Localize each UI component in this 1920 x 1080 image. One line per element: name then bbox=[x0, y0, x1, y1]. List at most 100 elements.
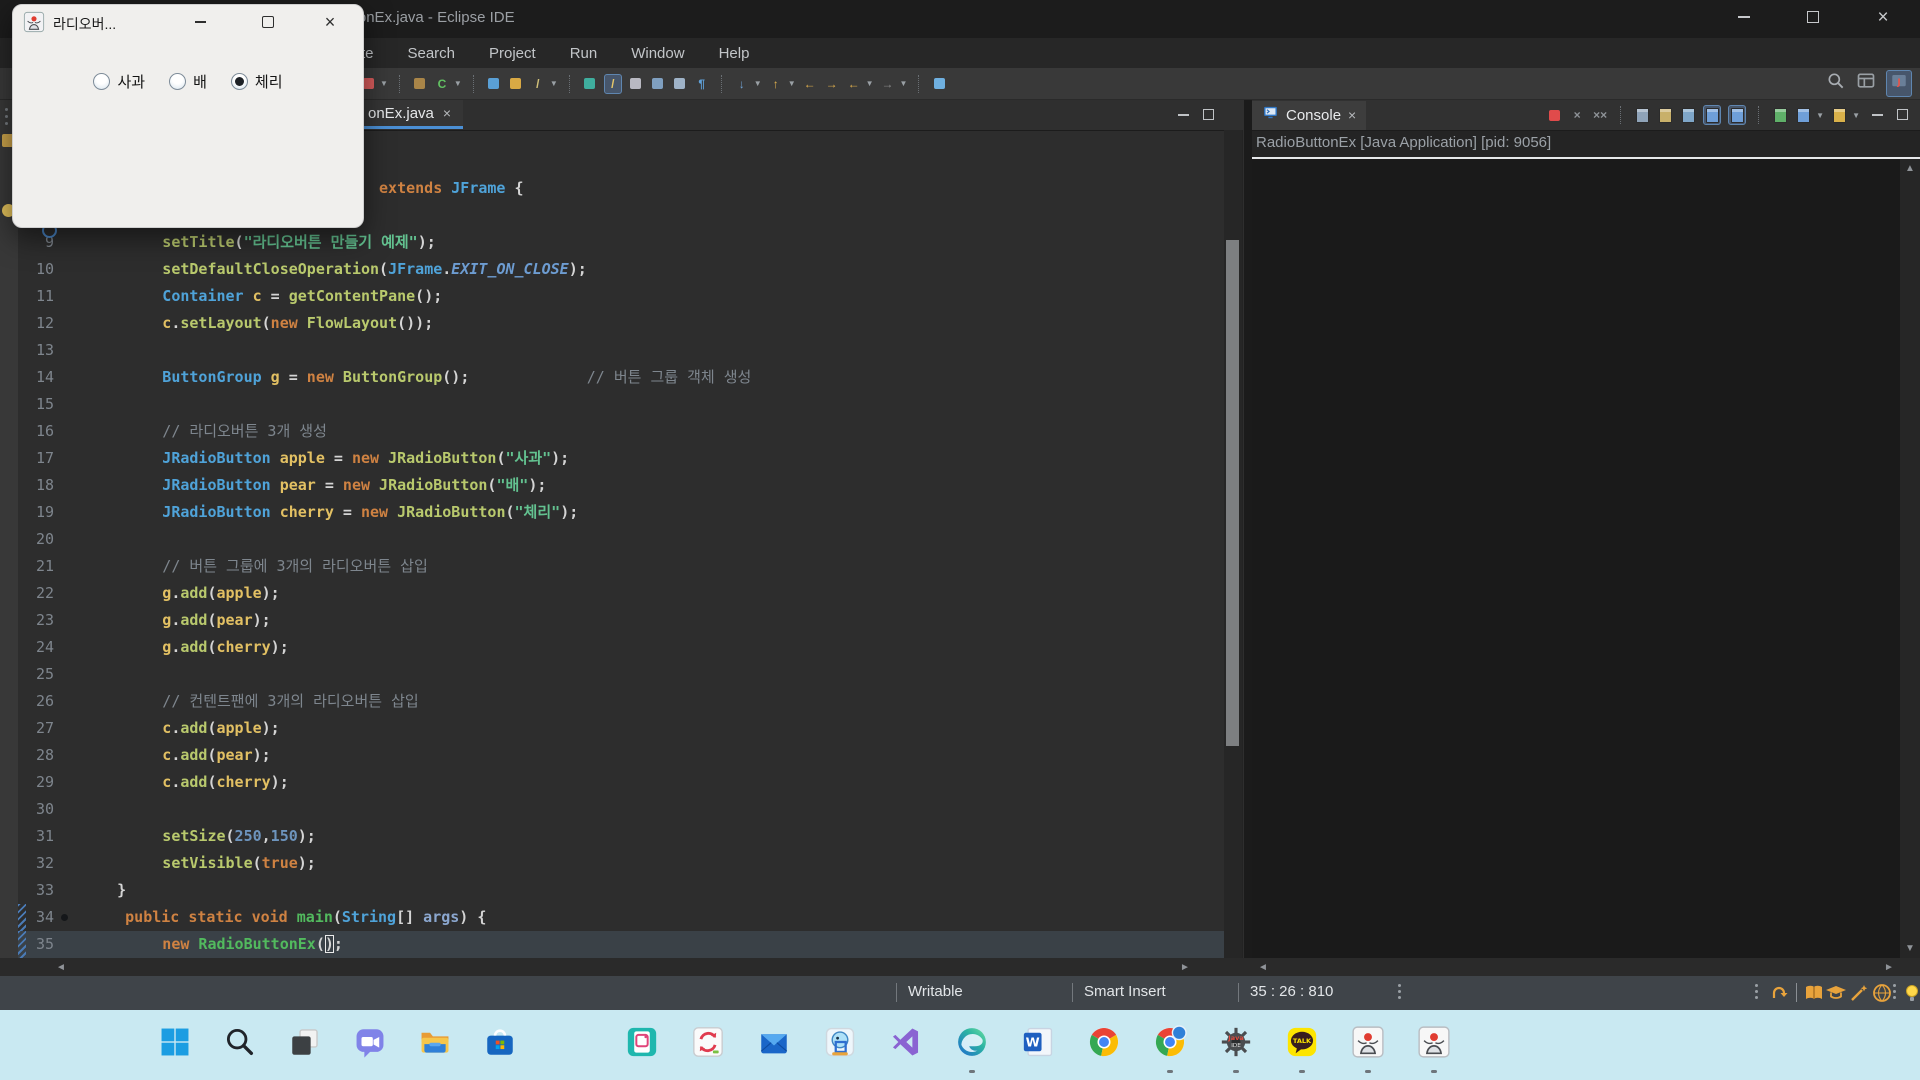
console-tab[interactable]: Console × bbox=[1252, 101, 1366, 130]
format-brush-icon[interactable]: / bbox=[604, 74, 622, 94]
display-selected-console-icon[interactable] bbox=[1795, 106, 1811, 124]
code-line-17[interactable]: 17JRadioButton apple = new JRadioButton(… bbox=[18, 445, 1224, 472]
show-list-icon[interactable] bbox=[672, 75, 688, 93]
radio-unselected-icon[interactable] bbox=[169, 73, 186, 90]
radio-배[interactable]: 배 bbox=[169, 71, 207, 92]
code-line-35[interactable]: 35new RadioButtonEx(); bbox=[18, 931, 1224, 958]
code-line-28[interactable]: 28c.add(pear); bbox=[18, 742, 1224, 769]
show-whitespace-icon[interactable]: ¶ bbox=[694, 75, 710, 93]
dropdown-chevron-icon[interactable]: ▼ bbox=[788, 79, 796, 88]
code-area[interactable]: 567extends JFrame {8public RadioButtonEx… bbox=[18, 130, 1224, 958]
forward-history-icon[interactable]: → bbox=[824, 75, 840, 93]
code-line-27[interactable]: 27c.add(apple); bbox=[18, 715, 1224, 742]
menu-project[interactable]: Project bbox=[489, 45, 536, 62]
tab-close-icon[interactable]: × bbox=[443, 105, 451, 121]
dropdown-chevron-icon[interactable]: ▼ bbox=[1816, 111, 1824, 120]
taskbar-kakaotalk-icon[interactable]: TALK bbox=[1278, 1018, 1326, 1066]
open-declaration-icon[interactable] bbox=[650, 75, 666, 93]
taskbar-file-explorer-icon[interactable] bbox=[411, 1018, 459, 1066]
back-history-icon[interactable]: ← bbox=[802, 75, 818, 93]
popup-maximize-button[interactable] bbox=[251, 9, 285, 35]
scroll-lock-icon[interactable] bbox=[1657, 106, 1673, 124]
menu-run[interactable]: Run bbox=[570, 45, 598, 62]
radio-체리[interactable]: 체리 bbox=[231, 71, 283, 92]
coverage-icon[interactable]: C bbox=[434, 75, 450, 93]
show-when-stderr-changes-icon[interactable] bbox=[1728, 105, 1746, 125]
tutorial-cap-icon[interactable] bbox=[1824, 981, 1848, 1005]
code-line-16[interactable]: 16// 라디오버튼 3개 생성 bbox=[18, 418, 1224, 445]
save-to-last-edit-icon[interactable]: ↓ bbox=[734, 75, 750, 93]
radio-사과[interactable]: 사과 bbox=[93, 71, 145, 92]
open-console-icon[interactable] bbox=[1831, 106, 1847, 124]
forward-disabled-icon[interactable]: → bbox=[880, 75, 896, 93]
code-line-34[interactable]: 34public static void main(String[] args)… bbox=[18, 904, 1224, 931]
wand-icon[interactable] bbox=[1847, 981, 1871, 1005]
dropdown-chevron-icon[interactable]: ▼ bbox=[454, 79, 462, 88]
tab-close-icon[interactable]: × bbox=[1348, 107, 1356, 123]
dropdown-chevron-icon[interactable]: ▼ bbox=[866, 79, 874, 88]
code-line-21[interactable]: 21// 버튼 그룹에 3개의 라디오버튼 삽입 bbox=[18, 553, 1224, 580]
scroll-right-icon[interactable]: ► bbox=[1180, 962, 1190, 973]
show-when-stdout-changes-icon[interactable] bbox=[1703, 105, 1721, 125]
menu-search[interactable]: Search bbox=[407, 45, 455, 62]
taskbar-itunes-sync-icon[interactable] bbox=[684, 1018, 732, 1066]
console-output[interactable] bbox=[1252, 159, 1900, 958]
editor-vertical-scrollbar[interactable] bbox=[1224, 130, 1242, 958]
web-icon[interactable] bbox=[1870, 981, 1894, 1005]
taskbar-chrome-profile-icon[interactable] bbox=[1146, 1018, 1194, 1066]
code-line-26[interactable]: 26// 컨텐트팬에 3개의 라디오버튼 삽입 bbox=[18, 688, 1224, 715]
statusbar-grip[interactable] bbox=[1755, 984, 1758, 999]
taskbar-search-icon[interactable] bbox=[216, 1018, 264, 1066]
terminate-icon[interactable] bbox=[1546, 106, 1562, 124]
window-minimize-button[interactable] bbox=[1721, 0, 1767, 34]
code-line-14[interactable]: 14ButtonGroup g = new ButtonGroup(); // … bbox=[18, 364, 1224, 391]
window-close-button[interactable]: × bbox=[1860, 0, 1906, 34]
taskbar-instagram-icon[interactable] bbox=[618, 1018, 666, 1066]
editor-console-sash[interactable] bbox=[1244, 100, 1252, 958]
code-line-19[interactable]: 19JRadioButton cherry = new JRadioButton… bbox=[18, 499, 1224, 526]
menu-help[interactable]: Help bbox=[719, 45, 750, 62]
minimize-pane-icon[interactable] bbox=[1872, 114, 1883, 116]
last-edit-location-icon[interactable]: ↑ bbox=[768, 75, 784, 93]
remove-launch-icon[interactable]: × bbox=[1569, 106, 1585, 124]
taskbar-chat-icon[interactable] bbox=[346, 1018, 394, 1066]
code-line-24[interactable]: 24g.add(cherry); bbox=[18, 634, 1224, 661]
new-task-icon[interactable] bbox=[582, 75, 598, 93]
window-restore-button[interactable] bbox=[1790, 0, 1836, 34]
taskbar-visual-studio-icon[interactable] bbox=[882, 1018, 930, 1066]
annotate-pen-icon[interactable]: / bbox=[530, 75, 546, 93]
taskbar-start-icon[interactable] bbox=[151, 1018, 199, 1066]
scroll-right-icon[interactable]: ► bbox=[1884, 962, 1894, 973]
statusbar-grip[interactable] bbox=[1398, 984, 1401, 999]
dropdown-chevron-icon[interactable]: ▼ bbox=[754, 79, 762, 88]
taskbar-edge-icon[interactable] bbox=[948, 1018, 996, 1066]
code-line-33[interactable]: 33} bbox=[18, 877, 1224, 904]
menu-window[interactable]: Window bbox=[631, 45, 684, 62]
back-history-icon[interactable] bbox=[1768, 981, 1792, 1005]
open-resource-icon[interactable] bbox=[508, 75, 524, 93]
code-line-22[interactable]: 22g.add(apple); bbox=[18, 580, 1224, 607]
clear-console-icon[interactable] bbox=[1634, 106, 1650, 124]
code-line-23[interactable]: 23g.add(pear); bbox=[18, 607, 1224, 634]
code-line-12[interactable]: 12c.setLayout(new FlowLayout()); bbox=[18, 310, 1224, 337]
scroll-down-icon[interactable]: ▼ bbox=[1905, 943, 1915, 954]
dropdown-chevron-icon[interactable]: ▼ bbox=[380, 79, 388, 88]
radio-unselected-icon[interactable] bbox=[93, 73, 110, 90]
code-line-13[interactable]: 13 bbox=[18, 337, 1224, 364]
book-icon[interactable] bbox=[1802, 981, 1826, 1005]
console-vertical-scrollbar[interactable]: ▲ ▼ bbox=[1900, 159, 1920, 958]
popup-minimize-button[interactable] bbox=[183, 9, 217, 35]
search-icon[interactable] bbox=[1826, 71, 1846, 96]
taskbar-java-app-2-icon[interactable] bbox=[1410, 1018, 1458, 1066]
eraser-icon[interactable] bbox=[628, 75, 644, 93]
code-line-9[interactable]: 9setTitle("라디오버튼 만들기 예제"); bbox=[18, 229, 1224, 256]
editor-tab[interactable]: onEx.java × bbox=[356, 100, 463, 129]
code-line-29[interactable]: 29c.add(cherry); bbox=[18, 769, 1224, 796]
statusbar-grip[interactable] bbox=[1893, 984, 1896, 999]
link-with-editor-icon[interactable] bbox=[931, 75, 947, 93]
taskbar-java-app-1-icon[interactable] bbox=[1344, 1018, 1392, 1066]
maximize-pane-icon[interactable] bbox=[1897, 109, 1908, 120]
popup-close-button[interactable]: × bbox=[313, 9, 347, 35]
back-icon[interactable]: ← bbox=[846, 75, 862, 93]
open-new-console-icon[interactable] bbox=[1772, 106, 1788, 124]
